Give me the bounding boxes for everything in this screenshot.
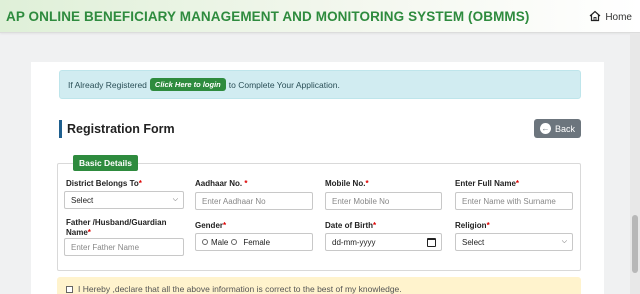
aadhaar-input[interactable]: Enter Aadhaar No — [195, 192, 313, 210]
alert-suffix: to Complete Your Application. — [228, 79, 340, 90]
dob-label: Date of Birth* — [325, 221, 377, 230]
section-title: Basic Details — [73, 155, 138, 171]
district-label: District Belongs To* — [66, 179, 142, 188]
page-scrollbar[interactable] — [630, 33, 640, 294]
gender-male-label: Male — [211, 237, 229, 247]
declaration-text: I Hereby ,declare that all the above inf… — [78, 284, 402, 294]
declaration-row: I Hereby ,declare that all the above inf… — [57, 277, 581, 294]
back-label: Back — [554, 123, 575, 134]
gender-female-label: Female — [243, 237, 271, 247]
chevron-down-icon: ⌵ — [561, 238, 567, 245]
home-icon — [589, 10, 601, 25]
login-alert: If Already Registered Click Here to logi… — [59, 70, 581, 99]
father-name-input[interactable]: Enter Father Name — [64, 238, 184, 256]
dob-input[interactable]: dd-mm-yyyy — [325, 233, 442, 251]
app-title: AP ONLINE BENEFICIARY MANAGEMENT AND MON… — [6, 9, 530, 24]
chevron-down-icon: ⌵ — [172, 196, 178, 203]
gender-label: Gender* — [195, 221, 227, 230]
gender-radio-group: Male Female — [195, 233, 313, 251]
religion-select[interactable]: Select ⌵ — [455, 233, 573, 251]
registration-card: If Already Registered Click Here to logi… — [31, 62, 604, 294]
religion-label: Religion* — [455, 221, 490, 230]
district-select[interactable]: Select ⌵ — [64, 191, 184, 209]
page-title: Registration Form — [59, 120, 175, 138]
top-navbar: AP ONLINE BENEFICIARY MANAGEMENT AND MON… — [0, 0, 640, 33]
mobile-label: Mobile No.* — [325, 179, 369, 188]
father-label: Father /Husband/Guardian Name* — [66, 218, 167, 237]
fullname-label: Enter Full Name* — [455, 179, 520, 188]
back-arrow-icon: ← — [539, 123, 551, 134]
fullname-input[interactable]: Enter Name with Surname — [455, 192, 573, 210]
gender-female-radio[interactable] — [231, 239, 238, 245]
calendar-icon[interactable] — [427, 238, 436, 247]
scrollbar-thumb[interactable] — [632, 215, 638, 273]
mobile-input[interactable]: Enter Mobile No — [325, 192, 442, 210]
declaration-checkbox[interactable] — [66, 285, 73, 293]
home-label: Home — [605, 12, 632, 23]
alert-prefix: If Already Registered — [68, 79, 147, 90]
login-button[interactable]: Click Here to login — [149, 78, 226, 91]
home-link[interactable]: Home — [589, 10, 632, 25]
aadhaar-label: Aadhaar No. * — [195, 179, 248, 188]
back-button[interactable]: ← Back — [534, 119, 581, 138]
gender-male-radio[interactable] — [202, 239, 208, 245]
